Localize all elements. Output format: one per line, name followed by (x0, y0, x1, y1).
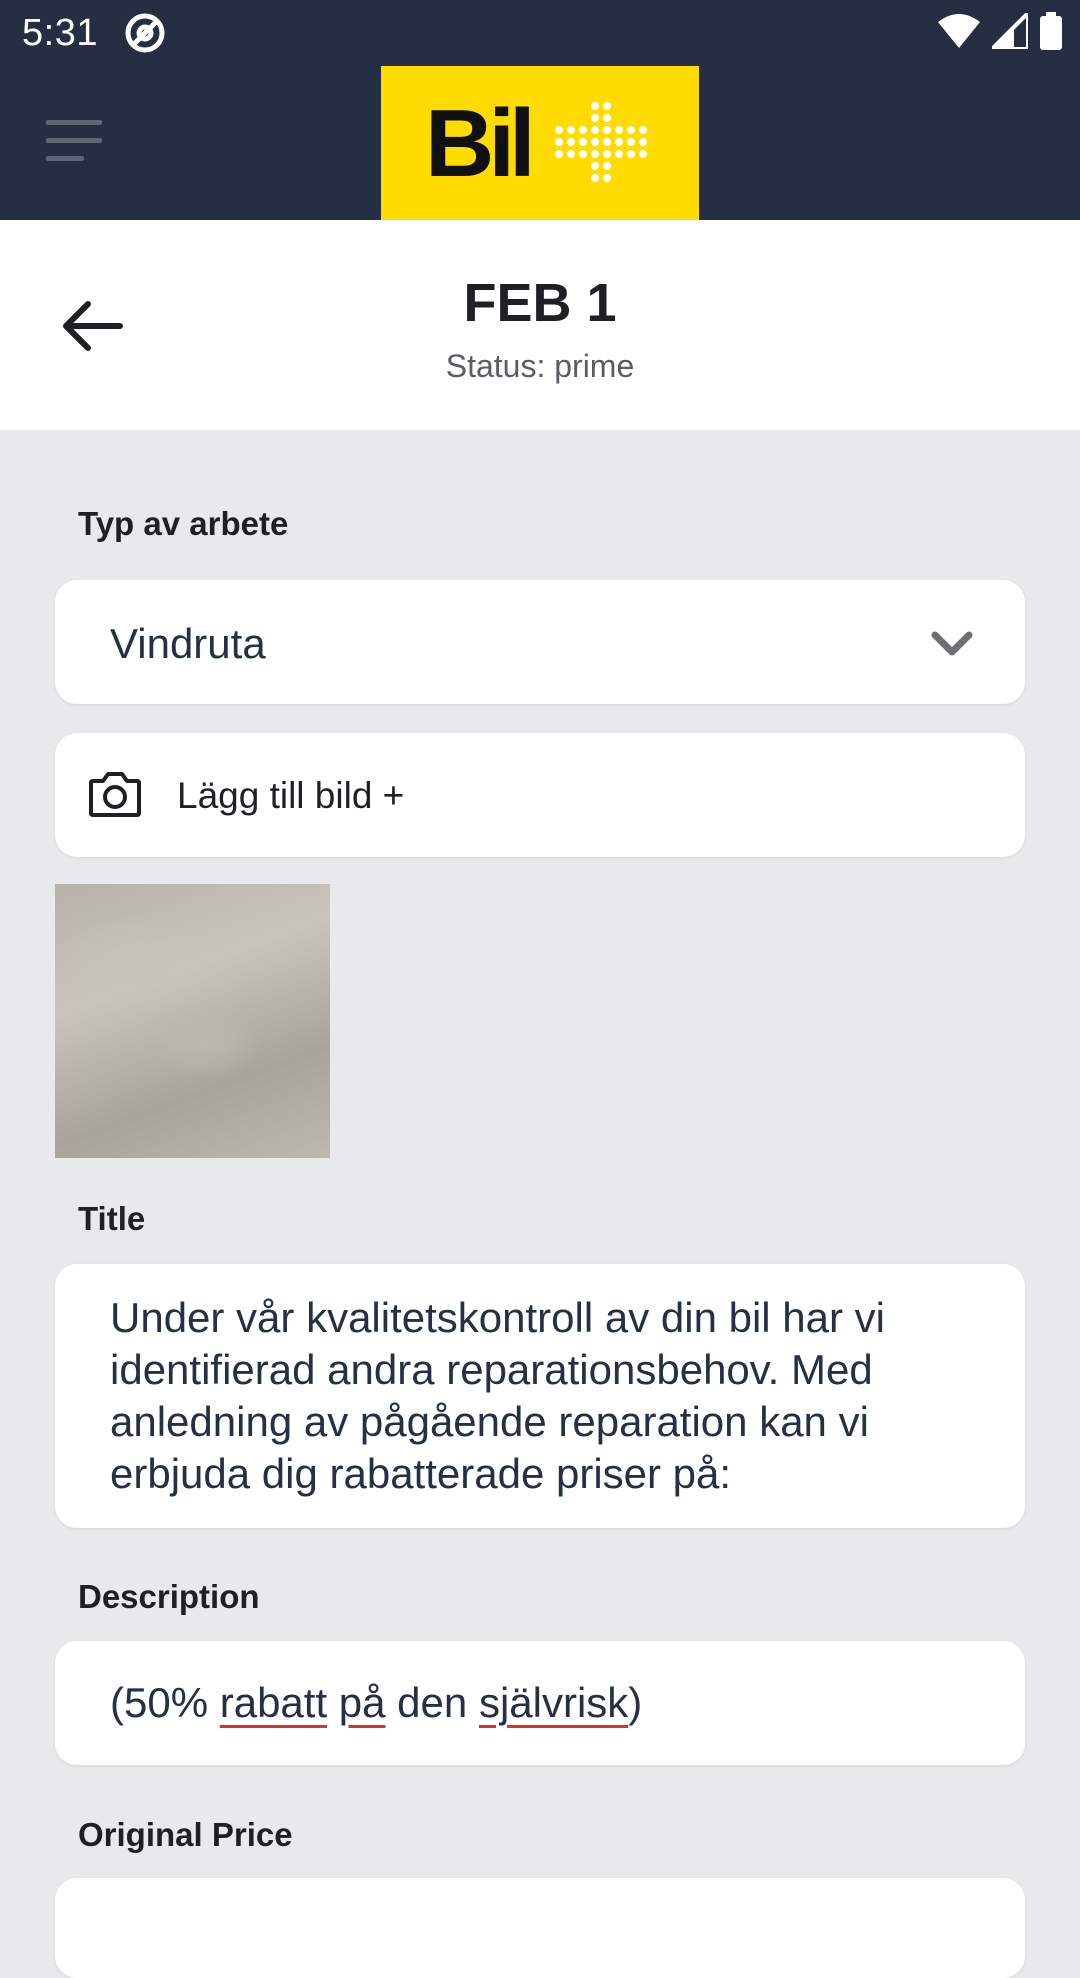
attached-image-thumbnail[interactable] (55, 884, 330, 1158)
work-type-value: Vindruta (110, 620, 266, 667)
description-field[interactable]: (50% rabatt på den självrisk) (55, 1641, 1025, 1765)
work-type-label: Typ av arbete (78, 505, 289, 542)
title-label: Title (78, 1200, 146, 1237)
brand-logo: Bil (381, 66, 699, 220)
battery-icon (1040, 11, 1062, 55)
status-subtitle: Status: prime (445, 348, 635, 384)
description-field-value: (50% rabatt på den självrisk) (110, 1679, 643, 1726)
page-header: FEB 1 Status: prime (0, 220, 1080, 430)
signal-icon (987, 7, 1030, 54)
status-icons (938, 7, 1062, 55)
add-image-label: Lägg till bild + (177, 775, 405, 816)
add-image-button[interactable]: Lägg till bild + (55, 733, 1025, 857)
svg-text:Bil: Bil (425, 98, 530, 188)
wifi-icon (938, 13, 980, 53)
at-sign-icon (124, 12, 166, 54)
description-label: Description (78, 1578, 260, 1615)
app-bar: Bil (0, 66, 1080, 220)
chevron-down-icon (931, 630, 973, 658)
title-field[interactable]: Under vår kvalitetskontroll av din bil h… (55, 1264, 1025, 1528)
page-title: FEB 1 (463, 273, 617, 333)
status-bar: 5:31 (0, 0, 1080, 66)
original-price-label: Original Price (78, 1816, 293, 1853)
menu-icon[interactable] (46, 118, 106, 164)
title-field-value: Under vår kvalitetskontroll av din bil h… (110, 1294, 885, 1497)
original-price-field[interactable] (55, 1878, 1025, 1978)
camera-icon (89, 771, 141, 817)
work-type-select[interactable]: Vindruta (55, 580, 1025, 704)
status-time: 5:31 (22, 12, 98, 54)
